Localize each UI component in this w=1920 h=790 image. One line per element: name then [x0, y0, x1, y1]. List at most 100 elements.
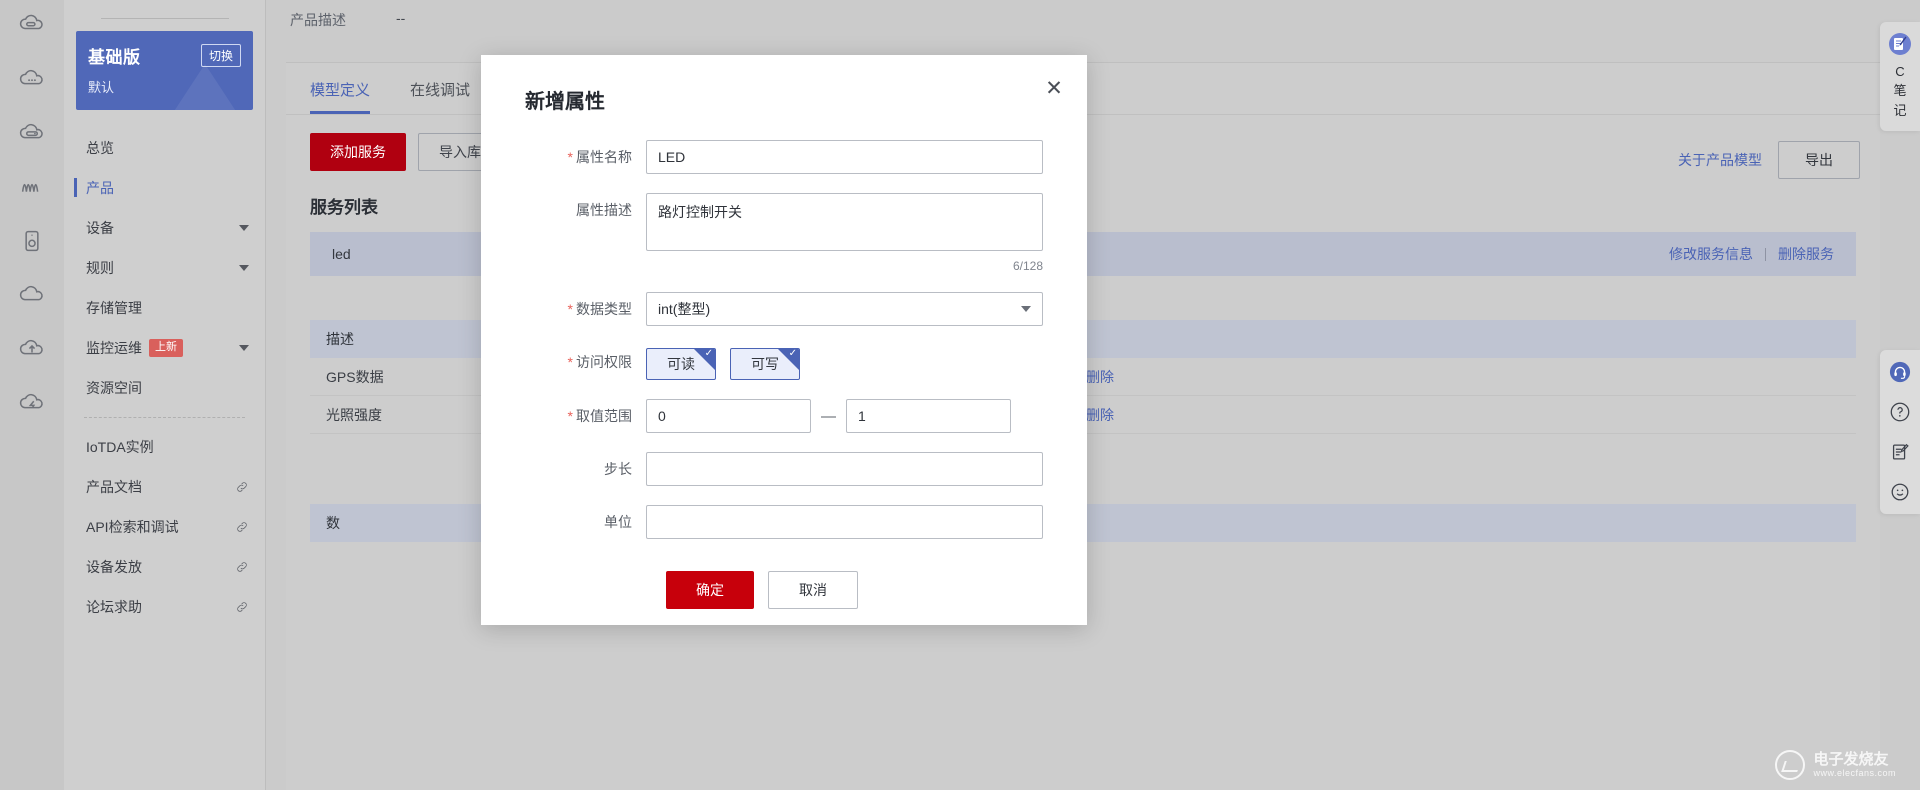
- cloud-sync-icon[interactable]: [15, 386, 49, 420]
- notebook-pen-icon: [1888, 32, 1912, 61]
- delete-service-link[interactable]: 删除服务: [1778, 244, 1834, 264]
- label-property-name: * 属性名称: [567, 149, 632, 165]
- cancel-button[interactable]: 取消: [768, 571, 858, 609]
- sidebar-item-api-explorer[interactable]: API检索和调试: [64, 507, 265, 547]
- range-max-input[interactable]: [846, 399, 1011, 433]
- unit-input[interactable]: [646, 505, 1043, 539]
- sidebar-item-label: 规则: [86, 260, 114, 276]
- sidebar-item-resource-space[interactable]: 资源空间: [64, 368, 265, 408]
- add-service-button[interactable]: 添加服务: [310, 133, 406, 171]
- service-name: led: [332, 246, 351, 262]
- model-right-actions: 关于产品模型 导出: [1678, 141, 1860, 179]
- field-step: 步长: [481, 452, 1043, 486]
- field-property-description: 属性描述 路灯控制开关 6/128: [481, 193, 1043, 273]
- delete-link[interactable]: 删除: [1086, 405, 1114, 425]
- cloud-server-icon[interactable]: [15, 8, 49, 42]
- wave-analytics-icon[interactable]: [15, 170, 49, 204]
- label-access-permission: * 访问权限: [567, 354, 632, 370]
- required-star: *: [567, 408, 573, 424]
- sidebar-item-label: 论坛求助: [86, 599, 142, 615]
- field-value-range: *取值范围 —: [481, 399, 1043, 433]
- tab-model-definition[interactable]: 模型定义: [310, 79, 371, 114]
- sidebar-item-iotda-instance[interactable]: IoTDA实例: [64, 427, 265, 467]
- about-product-model-link[interactable]: 关于产品模型: [1678, 150, 1762, 170]
- dialog-footer: 确定 取消: [481, 571, 1043, 609]
- step-input[interactable]: [646, 452, 1043, 486]
- confirm-button[interactable]: 确定: [666, 571, 754, 609]
- sidebar-item-label: 产品: [86, 180, 114, 196]
- add-property-dialog: ✕ 新增属性 *属性名称 属性描述 路灯控制开关 6/128: [481, 55, 1087, 625]
- sidebar-item-label: 设备: [86, 220, 114, 236]
- edit-service-link[interactable]: 修改服务信息: [1669, 244, 1753, 264]
- required-star: *: [567, 301, 573, 317]
- label-unit: 单位: [604, 514, 632, 530]
- sidebar-item-label: 产品文档: [86, 479, 142, 495]
- access-checkbox-writable[interactable]: 可写 ✓: [730, 348, 800, 380]
- check-icon: ✓: [788, 348, 797, 359]
- sidebar-item-label: IoTDA实例: [86, 439, 154, 455]
- field-access-permission: * 访问权限 可读 ✓ 可写 ✓: [481, 345, 1043, 380]
- action-separator: [1765, 247, 1766, 261]
- add-property-form: *属性名称 属性描述 路灯控制开关 6/128 *数据类型: [481, 114, 1087, 609]
- external-link-icon: [235, 560, 249, 574]
- sidebar-item-overview[interactable]: 总览: [64, 128, 265, 168]
- close-icon[interactable]: ✕: [1041, 75, 1067, 101]
- headset-support-icon[interactable]: [1888, 360, 1912, 384]
- watermark-title: 电子发烧友: [1813, 751, 1889, 769]
- sidebar-item-forum[interactable]: 论坛求助: [64, 587, 265, 627]
- cloud-upload-icon[interactable]: [15, 332, 49, 366]
- product-description-label: 产品描述: [290, 12, 346, 28]
- chevron-down-icon: [239, 265, 249, 271]
- sidebar-item-label: 存储管理: [86, 300, 142, 316]
- question-help-icon[interactable]: [1888, 400, 1912, 424]
- access-checkbox-readable[interactable]: 可读 ✓: [646, 348, 716, 380]
- version-card-decoration: [167, 64, 243, 110]
- sidebar-item-rules[interactable]: 规则: [64, 248, 265, 288]
- external-link-icon: [235, 520, 249, 534]
- watermark-logo-icon: [1775, 750, 1806, 780]
- external-link-icon: [235, 600, 249, 614]
- sidebar-item-monitoring[interactable]: 监控运维 上新: [64, 328, 265, 368]
- tab-online-debug[interactable]: 在线调试: [410, 79, 470, 114]
- sidebar-item-label: 资源空间: [86, 380, 142, 396]
- external-link-icon: [235, 480, 249, 494]
- required-star: *: [567, 149, 573, 165]
- sidebar-item-product[interactable]: 产品: [64, 168, 265, 208]
- cloud-database-icon[interactable]: [15, 116, 49, 150]
- mobile-device-icon[interactable]: [15, 224, 49, 258]
- left-service-rail: [0, 0, 64, 790]
- app-root: 基础版 切换 默认 总览 产品 设备 规则 存储管理 监控运维 上新 资源空间 …: [0, 0, 1920, 790]
- watermark: 电子发烧友 www.elecfans.com: [1775, 750, 1896, 780]
- range-min-input[interactable]: [646, 399, 811, 433]
- field-unit: 单位: [481, 505, 1043, 539]
- field-data-type: * 数据类型: [481, 292, 1043, 326]
- sidebar-nav: 总览 产品 设备 规则 存储管理 监控运维 上新 资源空间 IoTDA实例 产品…: [64, 128, 265, 627]
- cloud-icon[interactable]: [15, 278, 49, 312]
- data-type-select[interactable]: [646, 292, 1043, 326]
- notes-widget[interactable]: C 笔 记: [1880, 22, 1920, 131]
- label-value-range: * 取值范围: [567, 408, 632, 424]
- sidebar-item-device-provisioning[interactable]: 设备发放: [64, 547, 265, 587]
- cloud-chat-icon[interactable]: [15, 62, 49, 96]
- delete-link[interactable]: 删除: [1086, 367, 1114, 387]
- product-description-row: 产品描述 --: [290, 10, 405, 30]
- property-name-input[interactable]: [646, 140, 1043, 174]
- character-counter: 6/128: [1012, 259, 1043, 273]
- property-description-textarea[interactable]: 路灯控制开关: [646, 193, 1043, 251]
- version-title: 基础版: [88, 48, 141, 67]
- sidebar-item-product-docs[interactable]: 产品文档: [64, 467, 265, 507]
- check-icon: ✓: [704, 348, 713, 359]
- smiley-face-icon[interactable]: [1888, 480, 1912, 504]
- field-property-name: * 属性名称: [481, 140, 1043, 174]
- version-card[interactable]: 基础版 切换 默认: [76, 31, 253, 110]
- label-data-type: * 数据类型: [567, 301, 632, 317]
- sidebar-item-label: API检索和调试: [86, 519, 179, 535]
- new-badge: 上新: [149, 339, 183, 357]
- feedback-edit-icon[interactable]: [1888, 440, 1912, 464]
- chevron-down-icon: [239, 345, 249, 351]
- sidebar-item-storage[interactable]: 存储管理: [64, 288, 265, 328]
- sidebar-item-device[interactable]: 设备: [64, 208, 265, 248]
- range-separator: —: [821, 407, 836, 425]
- sidebar-top-divider: [100, 18, 229, 19]
- export-button[interactable]: 导出: [1778, 141, 1860, 179]
